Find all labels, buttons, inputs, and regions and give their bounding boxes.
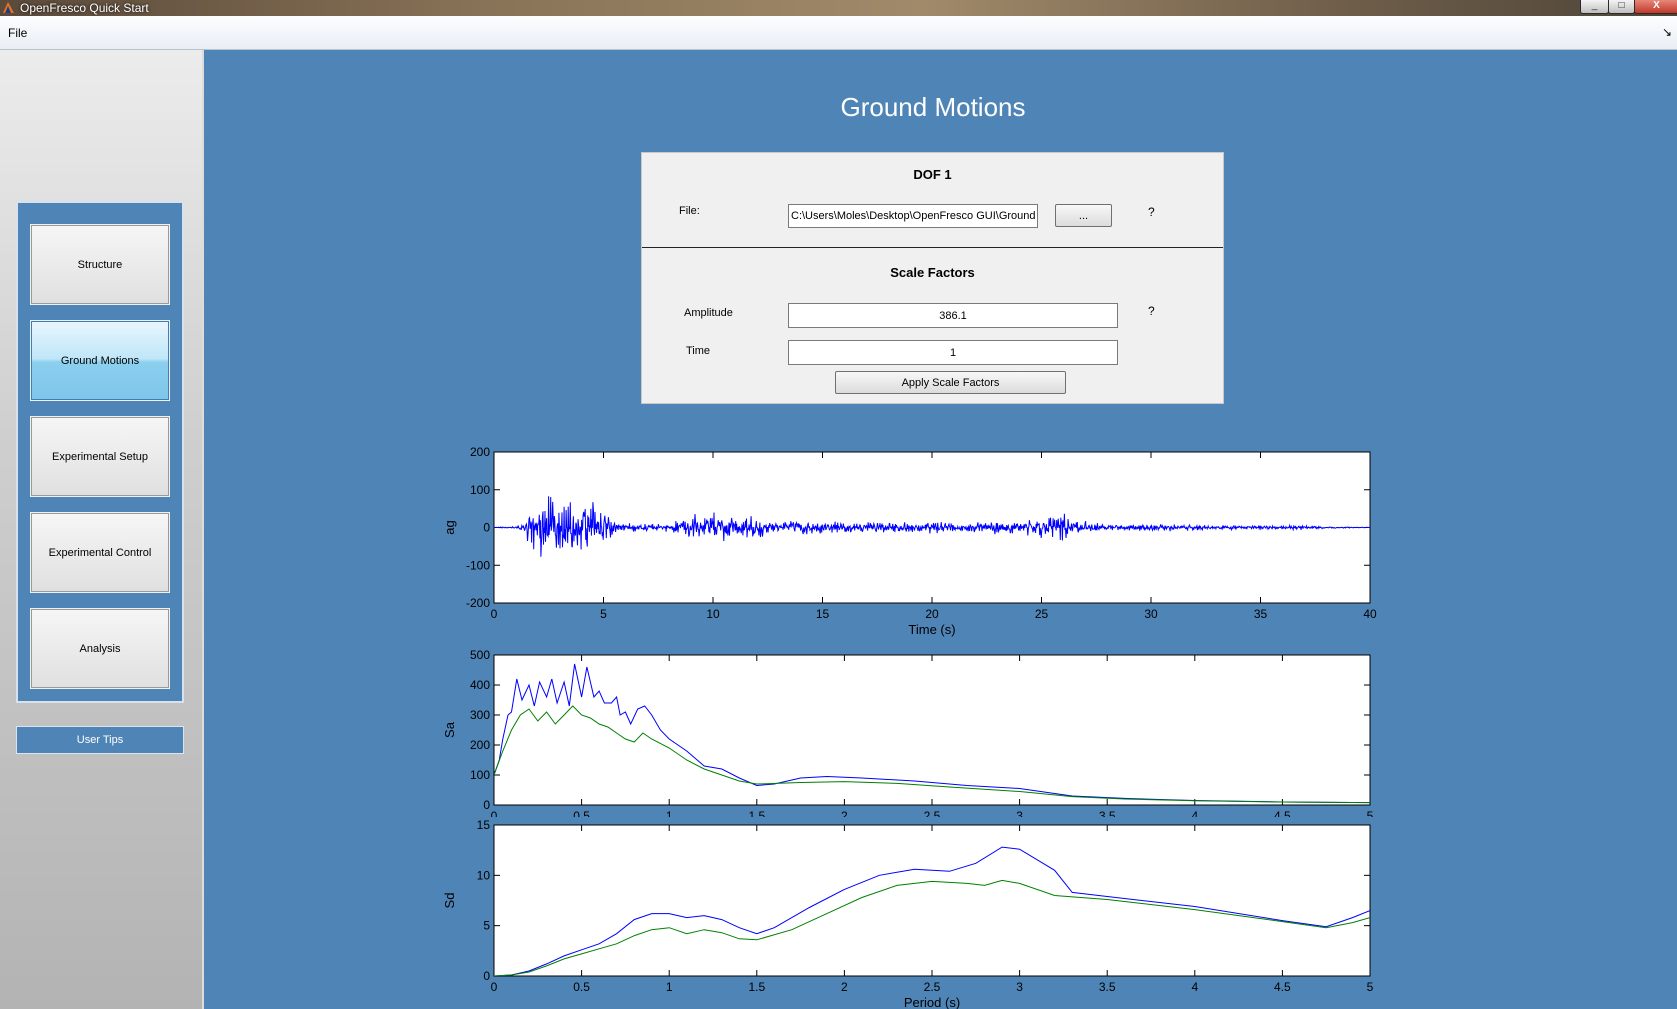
y-tick-label: -200 [466, 596, 490, 610]
y-tick-label: 0 [483, 798, 490, 812]
file-help-icon[interactable]: ? [1148, 205, 1155, 219]
nav-analysis-button[interactable]: Analysis [30, 608, 170, 689]
close-icon: X [1653, 0, 1660, 11]
x-tick-label: 0 [491, 980, 498, 994]
menu-bar: File ↘ [0, 16, 1677, 50]
x-tick-label: 30 [1144, 607, 1158, 621]
x-tick-label: 4 [1191, 980, 1198, 994]
y-tick-label: 200 [470, 445, 490, 459]
y-tick-label: 100 [470, 483, 490, 497]
time-scale-input[interactable]: 1 [788, 340, 1118, 365]
y-axis-label: Sd [442, 893, 457, 909]
y-tick-label: 0 [483, 969, 490, 983]
menu-file[interactable]: File [8, 26, 27, 40]
y-tick-label: 300 [470, 708, 490, 722]
y-tick-label: 400 [470, 678, 490, 692]
spectral-displacement-chart: 0 0.5 1 1.5 2 2.5 3 3.5 4 4.5 5 0 5 10 15 Sd Period (s) [442, 818, 1374, 1009]
file-path-input[interactable]: C:\Users\Moles\Desktop\OpenFresco GUI\Gr… [788, 204, 1038, 228]
dof-heading: DOF 1 [913, 167, 952, 182]
x-axis-label: Period (s) [904, 995, 960, 1009]
y-tick-label: 5 [483, 919, 490, 933]
time-label: Time [686, 345, 711, 357]
navigation-panel: Structure Ground Motions Experimental Se… [16, 201, 184, 703]
x-tick-label: 3.5 [1099, 980, 1116, 994]
nav-structure-button[interactable]: Structure [30, 224, 170, 305]
scale-help-icon[interactable]: ? [1148, 304, 1155, 318]
scale-factors-heading: Scale Factors [890, 265, 975, 280]
x-tick-label: 3 [1016, 980, 1023, 994]
x-axis-label: Time (s) [908, 622, 955, 637]
matlab-logo-icon [3, 2, 14, 13]
x-tick-label: 10 [706, 607, 720, 621]
maximize-button[interactable]: □ [1608, 0, 1635, 14]
x-tick-label: 4.5 [1274, 980, 1291, 994]
x-tick-label: 5 [1367, 980, 1374, 994]
window-titlebar: OpenFresco Quick Start _ □ X [0, 0, 1677, 16]
nav-experimental-setup-button[interactable]: Experimental Setup [30, 416, 170, 497]
y-tick-label: 15 [477, 818, 491, 832]
x-tick-label: 2.5 [924, 980, 941, 994]
x-tick-label: 15 [816, 607, 830, 621]
nav-experimental-control-button[interactable]: Experimental Control [30, 512, 170, 593]
ground-motion-form: DOF 1 File: C:\Users\Moles\Desktop\OpenF… [641, 152, 1224, 404]
y-tick-label: 0 [483, 521, 490, 535]
x-tick-label: 2 [841, 980, 848, 994]
y-axis-label: Sa [442, 721, 457, 738]
x-tick-label: 5 [600, 607, 607, 621]
plot-area [493, 824, 1371, 977]
amplitude-input[interactable]: 386.1 [788, 303, 1118, 328]
y-tick-label: -100 [466, 558, 490, 572]
apply-scale-factors-button[interactable]: Apply Scale Factors [835, 371, 1066, 394]
x-tick-label: 25 [1035, 607, 1049, 621]
window-title: OpenFresco Quick Start [20, 1, 149, 15]
page-title: Ground Motions [840, 92, 1026, 122]
x-tick-label: 0.5 [573, 980, 590, 994]
browse-button[interactable]: ... [1055, 204, 1112, 227]
close-button[interactable]: X [1634, 0, 1677, 14]
x-tick-label: 35 [1254, 607, 1268, 621]
user-tips-button[interactable]: User Tips [16, 726, 184, 754]
y-axis-label: ag [442, 520, 457, 534]
x-tick-label: 20 [925, 607, 939, 621]
x-tick-label: 0 [491, 607, 498, 621]
minimize-button[interactable]: _ [1580, 0, 1609, 14]
section-divider [642, 247, 1223, 248]
x-tick-label: 1.5 [748, 980, 765, 994]
ground-acceleration-chart: 0 5 10 15 20 25 30 35 40 -200 -100 0 100 200 ag Time (s… [442, 445, 1377, 637]
x-tick-label: 1 [666, 980, 673, 994]
dock-arrow-icon[interactable]: ↘ [1662, 25, 1672, 39]
y-tick-label: 10 [477, 868, 491, 882]
y-tick-label: 200 [470, 738, 490, 752]
y-tick-label: 500 [470, 648, 490, 662]
spectral-acceleration-chart: 0 0.5 1 1.5 2 2.5 3 3.5 4 4.5 50100200300400500Sa [442, 648, 1374, 817]
y-tick-label: 100 [470, 768, 490, 782]
minimize-icon: _ [1591, 0, 1598, 11]
nav-ground-motions-button[interactable]: Ground Motions [30, 320, 170, 401]
maximize-icon: □ [1618, 0, 1625, 11]
amplitude-label: Amplitude [684, 307, 733, 319]
file-label: File: [679, 205, 700, 217]
x-tick-label: 40 [1363, 607, 1377, 621]
